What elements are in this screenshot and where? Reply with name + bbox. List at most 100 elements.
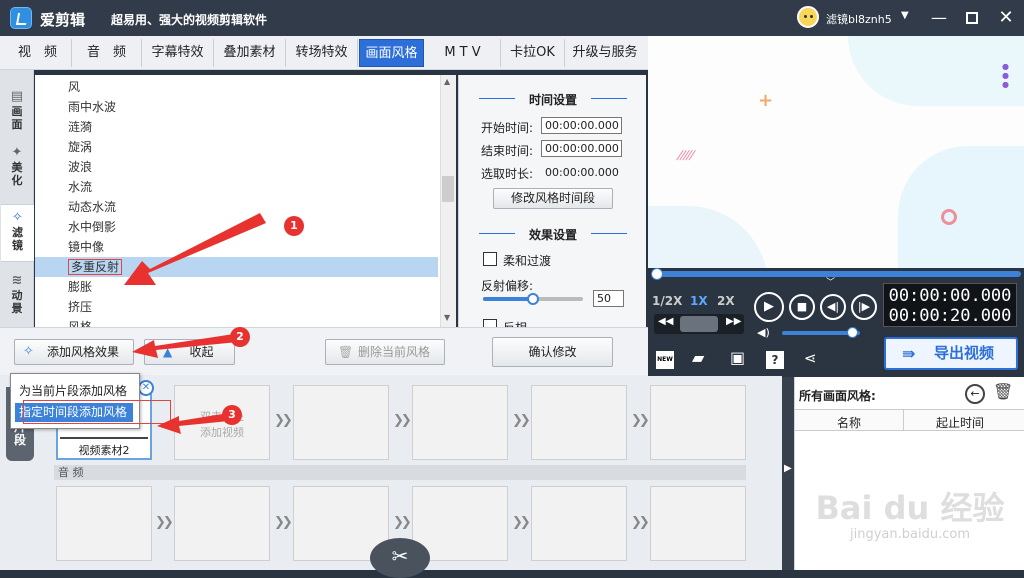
scroll-down-icon[interactable]: ▼ [444, 313, 450, 322]
save-icon[interactable]: ▣ [730, 348, 745, 367]
watermark-url: jingyan.baidu.com [850, 527, 970, 542]
video-preview[interactable]: + ///// ● ● ● [648, 36, 1024, 268]
offset-value-field[interactable]: 50 [593, 290, 624, 307]
prev-frame-button[interactable]: ◀| [820, 294, 846, 320]
next-arrow-icon: ❯❯ [274, 515, 293, 530]
speed-2x[interactable]: 2X [717, 294, 735, 308]
chevron-down-icon[interactable]: ▼ [901, 10, 909, 21]
list-item[interactable]: 波浪 [35, 157, 438, 177]
watermark: Bai du 经验 [815, 489, 1005, 527]
speed-1x[interactable]: 1X [690, 294, 708, 308]
effect-settings-title: 效果设置 [528, 228, 577, 242]
remove-clip-icon[interactable]: ✕ [138, 380, 154, 396]
ring-decor-icon [941, 209, 957, 225]
new-file-icon[interactable]: NEW [656, 351, 674, 369]
help-icon[interactable]: ? [766, 351, 784, 369]
next-frame-button[interactable]: |▶ [851, 294, 877, 320]
audio-slot[interactable] [650, 486, 746, 561]
open-folder-icon[interactable]: ▰ [692, 348, 704, 367]
speed-half[interactable]: 1/2X [652, 294, 682, 308]
close-icon[interactable]: ✕ [993, 6, 1019, 30]
add-style-button[interactable]: ✧ 添加风格效果 [14, 339, 134, 365]
confirm-button[interactable]: 确认修改 [492, 337, 613, 367]
clip-name: 视频素材2 [78, 444, 130, 457]
end-time-field[interactable]: 00:00:00.000 [541, 140, 622, 157]
list-item[interactable]: 风格 [35, 317, 438, 327]
callout-badge-2: 2 [230, 327, 250, 347]
next-arrow-icon: ❯❯ [155, 515, 174, 530]
volume-handle[interactable] [846, 327, 858, 338]
soft-transition-checkbox[interactable] [483, 252, 497, 266]
volume-icon[interactable]: ◀) [757, 326, 770, 339]
share-icon[interactable]: ⋖ [804, 349, 817, 367]
empty-clip-slot[interactable] [412, 385, 508, 460]
empty-clip-slot[interactable] [531, 385, 627, 460]
play-button[interactable]: ▶ [754, 292, 784, 322]
side-tab-filter[interactable]: ✧ 滤镜 [1, 204, 34, 262]
scissors-icon[interactable]: ✂ [370, 538, 430, 578]
forward-icon[interactable]: ▶▶ [726, 316, 741, 327]
back-arrow-icon[interactable]: ← [965, 384, 985, 404]
style-toolbar: ✧ 添加风格效果 ▲ 收起 🗑 删除当前风格 确认修改 [0, 327, 648, 375]
tab-picture-style[interactable]: 画面风格 [359, 39, 424, 67]
jog-knob[interactable] [680, 316, 718, 332]
offset-label: 反射偏移: [481, 279, 534, 293]
next-arrow-icon: ❯❯ [512, 413, 531, 428]
chevron-right-icon[interactable]: ▶ [784, 463, 792, 474]
tab-subtitle-effects[interactable]: 字幕特效 [142, 39, 214, 67]
stop-button[interactable]: ■ [789, 294, 815, 320]
list-scroll-thumb[interactable] [442, 176, 454, 202]
trash-icon[interactable]: 🗑 [993, 382, 1013, 401]
list-item[interactable]: 水流 [35, 177, 438, 197]
audio-track-label: 音 频 [54, 465, 746, 480]
empty-clip-slot[interactable] [293, 385, 389, 460]
modify-time-button[interactable]: 修改风格时间段 [493, 188, 613, 209]
jog-wheel[interactable]: ◀◀ ▶▶ [654, 314, 744, 334]
scroll-up-icon[interactable]: ▲ [444, 77, 450, 86]
offset-slider[interactable] [483, 293, 583, 305]
duration-value: 00:00:00.000 [545, 166, 619, 179]
tab-transitions[interactable]: 转场特效 [286, 39, 358, 67]
list-item[interactable]: 雨中水波 [35, 97, 438, 117]
duration-label: 选取时长: [481, 167, 534, 181]
maximize-icon[interactable] [959, 6, 985, 30]
next-arrow-icon: ❯❯ [512, 515, 531, 530]
audio-slot[interactable] [174, 486, 270, 561]
col-name: 名称 [836, 416, 861, 430]
empty-clip-slot[interactable] [650, 385, 746, 460]
volume-slider[interactable] [782, 327, 860, 338]
audio-slot[interactable] [531, 486, 627, 561]
tab-upgrade[interactable]: 升级与服务 [565, 39, 645, 67]
tab-overlay[interactable]: 叠加素材 [214, 39, 286, 67]
next-arrow-icon: ❯❯ [631, 413, 650, 428]
panel-toggle[interactable]: ▶ [782, 377, 794, 570]
list-item[interactable]: 涟漪 [35, 117, 438, 137]
list-item[interactable]: 旋涡 [35, 137, 438, 157]
delete-style-button[interactable]: 🗑 删除当前风格 [325, 339, 445, 365]
tab-audio[interactable]: 音 频 [72, 39, 142, 67]
minimize-icon[interactable]: — [926, 6, 952, 30]
start-time-field[interactable]: 00:00:00.000 [541, 117, 622, 134]
username[interactable]: 滤镜bl8znh5 [826, 11, 892, 27]
tab-video[interactable]: 视 频 [4, 39, 72, 67]
audio-slot[interactable] [56, 486, 152, 561]
side-tab-picture[interactable]: ▤ 画面 [0, 78, 34, 134]
list-item[interactable]: 挤压 [35, 297, 438, 317]
chevron-down-icon[interactable]: ﹀ [826, 275, 835, 288]
side-tab-beautify[interactable]: ✦ 美化 [0, 142, 34, 198]
trash-icon: 🗑 [338, 345, 354, 359]
menu-item-current-clip[interactable]: 为当前片段添加风格 [19, 382, 127, 399]
list-item[interactable]: 风 [35, 77, 438, 97]
side-tab-motion[interactable]: ≋ 动景 [0, 270, 34, 326]
callout-badge-1: 1 [284, 216, 304, 236]
offset-slider-handle[interactable] [527, 293, 539, 305]
user-avatar-icon[interactable] [797, 6, 819, 28]
export-video-button[interactable]: ⇛ 导出视频 [884, 337, 1018, 370]
rewind-icon[interactable]: ◀◀ [658, 316, 673, 327]
playback-progress-bar[interactable] [650, 268, 1021, 280]
tab-mtv[interactable]: M T V [425, 39, 501, 67]
all-styles-title: 所有画面风格: [799, 389, 876, 403]
playback-handle[interactable] [650, 268, 663, 280]
tab-karaoke[interactable]: 卡拉OK [501, 39, 565, 67]
stripe-decor-icon: ///// [675, 148, 696, 162]
